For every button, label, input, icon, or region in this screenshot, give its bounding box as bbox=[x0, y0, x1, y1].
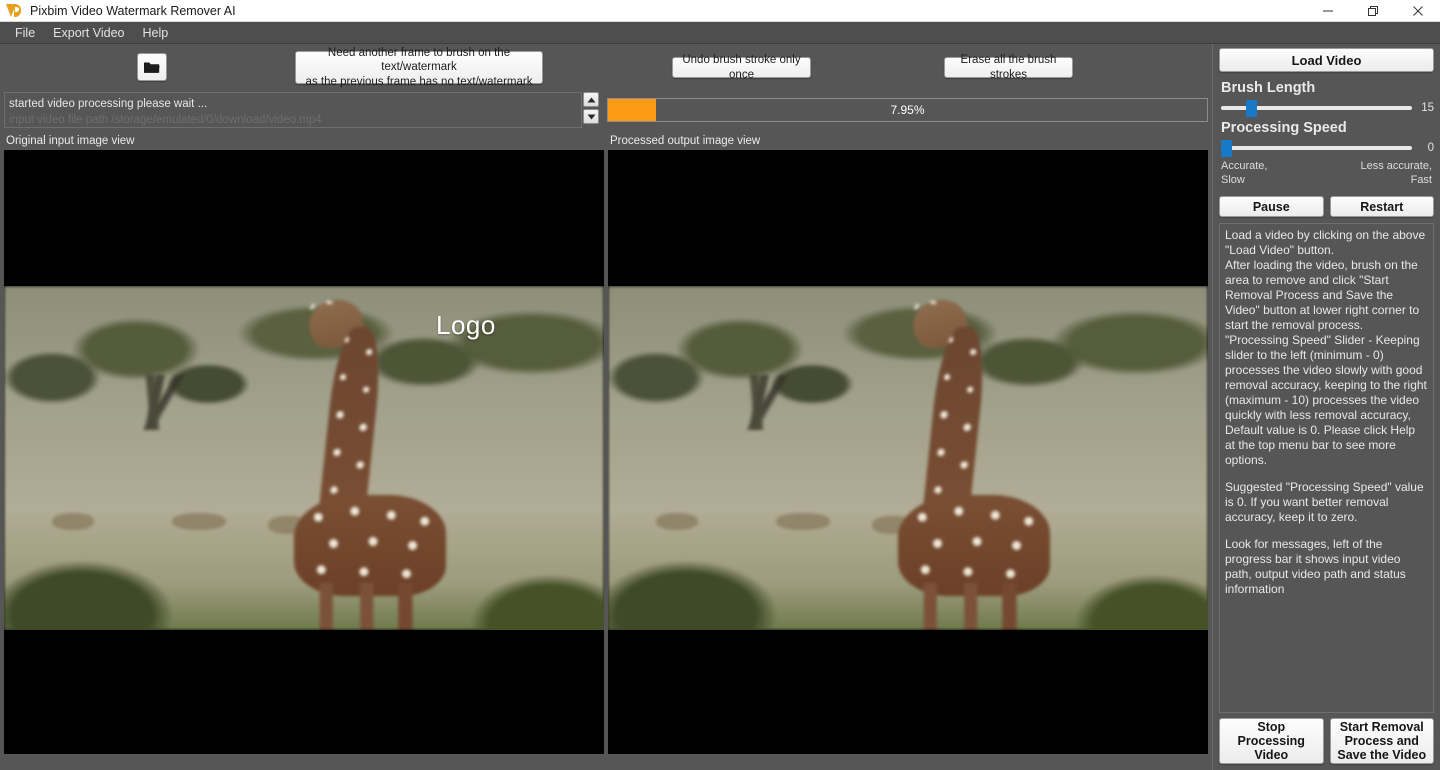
maximize-restore-icon[interactable] bbox=[1350, 0, 1395, 22]
giraffe bbox=[884, 293, 1064, 630]
stop-processing-video-button[interactable]: Stop Processing Video bbox=[1219, 718, 1324, 764]
open-folder-icon bbox=[143, 60, 161, 75]
output-video-frame bbox=[608, 286, 1208, 630]
window-controls bbox=[1305, 0, 1440, 22]
brush-length-title: Brush Length bbox=[1221, 80, 1434, 96]
original-input-image-view[interactable]: Logo bbox=[4, 150, 604, 754]
speed-legend-right: Less accurate, Fast bbox=[1360, 159, 1432, 187]
start-removal-process-button[interactable]: Start Removal Process and Save the Video bbox=[1330, 718, 1435, 764]
scroll-down-icon[interactable] bbox=[583, 109, 599, 124]
processing-speed-legend: Accurate, Slow Less accurate, Fast bbox=[1221, 159, 1432, 187]
title-bar: Pixbim Video Watermark Remover AI bbox=[0, 0, 1440, 22]
brush-length-slider-row: 15 bbox=[1219, 102, 1434, 114]
log-line: input video file path /storage/emulated/… bbox=[9, 112, 577, 128]
toolbar: Need another frame to brush on the text/… bbox=[0, 44, 1212, 92]
pause-button[interactable]: Pause bbox=[1219, 196, 1324, 217]
pixbim-logo-icon bbox=[5, 3, 23, 19]
savanna-scene bbox=[608, 286, 1208, 630]
control-sidebar: Load Video Brush Length 15 Processing Sp… bbox=[1212, 44, 1440, 770]
log-scrollbar[interactable] bbox=[583, 92, 601, 124]
progress-percent-label: 7.95% bbox=[608, 99, 1207, 121]
processing-speed-value: 0 bbox=[1418, 142, 1434, 154]
status-log[interactable]: started video processing please wait ...… bbox=[4, 92, 582, 128]
menu-item-export-video[interactable]: Export Video bbox=[44, 24, 133, 42]
frame-hint-button[interactable]: Need another frame to brush on the text/… bbox=[295, 51, 543, 84]
menu-item-file[interactable]: File bbox=[6, 24, 44, 42]
giraffe bbox=[280, 293, 460, 630]
main-area: Need another frame to brush on the text/… bbox=[0, 44, 1212, 770]
processed-output-image-view[interactable] bbox=[608, 150, 1208, 754]
input-view-label: Original input image view bbox=[6, 135, 134, 147]
open-folder-button[interactable] bbox=[137, 53, 167, 81]
help-paragraph: Suggested "Processing Speed" value is 0.… bbox=[1225, 480, 1428, 525]
input-video-frame: Logo bbox=[4, 286, 604, 630]
pause-restart-group: Pause Restart bbox=[1219, 196, 1434, 217]
menu-item-help[interactable]: Help bbox=[134, 24, 178, 42]
close-icon[interactable] bbox=[1395, 0, 1440, 22]
savanna-scene bbox=[4, 286, 604, 630]
erase-all-brush-strokes-button[interactable]: Erase all the brush strokes bbox=[944, 57, 1073, 78]
menu-bar: File Export Video Help bbox=[0, 22, 1440, 44]
scroll-up-icon[interactable] bbox=[583, 92, 599, 107]
processing-speed-slider-knob[interactable] bbox=[1221, 140, 1232, 157]
progress-bar: 7.95% bbox=[607, 98, 1208, 122]
processing-speed-slider-row: 0 bbox=[1219, 142, 1434, 154]
help-paragraph: Look for messages, left of the progress … bbox=[1225, 537, 1428, 597]
log-line: started video processing please wait ... bbox=[9, 96, 577, 112]
view-labels: Original input image view Processed outp… bbox=[0, 134, 1212, 150]
image-panes: Logo bbox=[0, 150, 1212, 754]
speed-legend-left: Accurate, Slow bbox=[1221, 159, 1267, 187]
brush-length-value: 15 bbox=[1418, 102, 1434, 114]
undo-brush-stroke-button[interactable]: Undo brush stroke only once bbox=[672, 57, 811, 78]
brush-length-slider[interactable] bbox=[1221, 106, 1412, 110]
app-body: Need another frame to brush on the text/… bbox=[0, 44, 1440, 770]
minimize-icon[interactable] bbox=[1305, 0, 1350, 22]
processing-speed-slider[interactable] bbox=[1221, 146, 1412, 150]
help-paragraph: Load a video by clicking on the above "L… bbox=[1225, 228, 1428, 468]
log-and-progress-row: started video processing please wait ...… bbox=[0, 92, 1212, 134]
help-instructions-panel: Load a video by clicking on the above "L… bbox=[1219, 223, 1434, 713]
action-buttons-group: Stop Processing Video Start Removal Proc… bbox=[1219, 718, 1434, 764]
watermark-text: Logo bbox=[436, 310, 496, 341]
output-view-label: Processed output image view bbox=[610, 135, 760, 147]
window-title: Pixbim Video Watermark Remover AI bbox=[30, 4, 236, 18]
restart-button[interactable]: Restart bbox=[1330, 196, 1435, 217]
load-video-button[interactable]: Load Video bbox=[1219, 48, 1434, 72]
processing-speed-title: Processing Speed bbox=[1221, 120, 1434, 136]
brush-length-slider-knob[interactable] bbox=[1246, 100, 1257, 117]
